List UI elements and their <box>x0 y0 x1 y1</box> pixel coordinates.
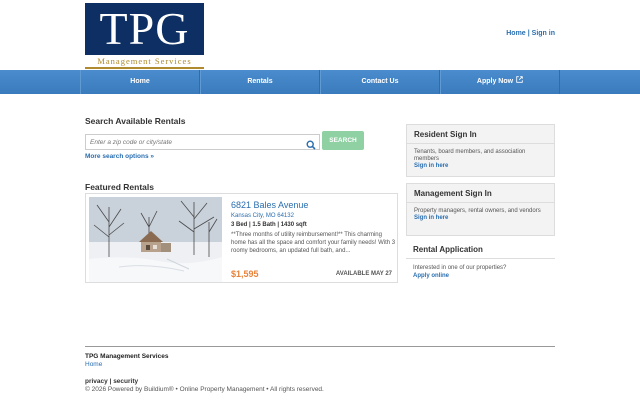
rental-application-panel: Rental Application Interested in one of … <box>406 243 555 285</box>
header-signin-link[interactable]: Sign in <box>532 30 555 37</box>
management-signin-panel: Management Sign In Property managers, re… <box>406 183 555 236</box>
search-input[interactable] <box>85 134 320 150</box>
footer-company: TPG Management Services <box>85 353 169 360</box>
footer-copyright: © 2026 Powered by Buildium® • Online Pro… <box>85 386 324 393</box>
nav-item-label: Apply Now <box>476 78 514 85</box>
listing-availability: AVAILABLE MAY 27 <box>335 271 392 277</box>
listing-price: $1,595 <box>231 269 259 279</box>
main-nav: Home Rentals Contact Us Apply Now <box>0 70 640 94</box>
listing-description: **Three months of utility reimbursement!… <box>231 232 396 254</box>
listing-specs: 3 Bed | 1.5 Bath | 1430 sqft <box>231 222 307 228</box>
nav-item-rentals[interactable]: Rentals <box>200 70 320 94</box>
panel-title: Resident Sign In <box>407 125 554 144</box>
panel-text: Property managers, rental owners, and ve… <box>414 208 541 214</box>
footer-divider <box>85 346 555 347</box>
listing-photo[interactable] <box>89 197 222 282</box>
resident-signin-link[interactable]: Sign in here <box>414 163 547 170</box>
logo-mark: TPG <box>85 3 204 55</box>
site-logo[interactable]: TPG Management Services <box>85 3 204 69</box>
search-icon[interactable] <box>306 137 316 150</box>
nav-item-contact[interactable]: Contact Us <box>320 70 440 94</box>
panel-text: Interested in one of our properties? <box>413 265 507 271</box>
nav-item-apply[interactable]: Apply Now <box>440 70 560 94</box>
listing-title[interactable]: 6821 Bales Avenue <box>231 200 308 210</box>
logo-subtitle: Management Services <box>85 56 204 69</box>
search-button[interactable]: SEARCH <box>322 131 364 150</box>
nav-item-home[interactable]: Home <box>80 70 200 94</box>
resident-signin-panel: Resident Sign In Tenants, board members,… <box>406 124 555 177</box>
external-link-icon <box>516 76 523 85</box>
footer-home-link[interactable]: Home <box>85 361 102 368</box>
listing-card[interactable]: 6821 Bales Avenue Kansas City, MO 64132 … <box>85 193 398 283</box>
nav-item-label: Rentals <box>247 78 273 85</box>
featured-heading: Featured Rentals <box>85 182 154 192</box>
search-heading: Search Available Rentals <box>85 116 186 126</box>
nav-item-label: Contact Us <box>361 78 399 85</box>
apply-online-link[interactable]: Apply online <box>413 272 548 280</box>
nav-item-label: Home <box>130 78 150 85</box>
listing-city: Kansas City, MO 64132 <box>231 213 294 219</box>
panel-title: Management Sign In <box>407 184 554 203</box>
panel-text: Tenants, board members, and association … <box>414 149 526 162</box>
management-signin-link[interactable]: Sign in here <box>414 215 547 222</box>
header-home-link[interactable]: Home <box>506 30 525 37</box>
more-search-options-link[interactable]: More search options » <box>85 153 154 160</box>
footer-privacy-security[interactable]: privacy | security <box>85 378 138 385</box>
header-links: Home | Sign in <box>506 30 555 37</box>
panel-title: Rental Application <box>406 243 555 259</box>
